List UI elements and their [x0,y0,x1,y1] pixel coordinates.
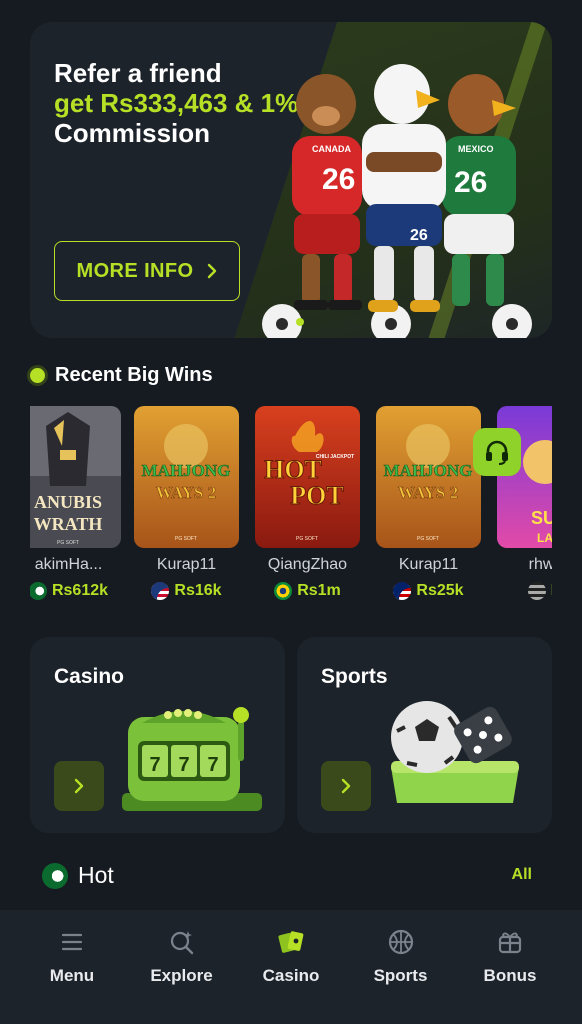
nav-label: Menu [49,966,95,985]
svg-text:26: 26 [322,163,355,196]
malaysia-flag-icon [393,582,412,600]
recent-wins-title: Recent Big Wins [55,364,213,386]
beaver-mascot: 26 CANADA [292,74,362,310]
eagle-mascot: 26 [362,64,446,312]
svg-text:MAHJONG: MAHJONG [142,461,231,480]
hawk-mascot: 26 MEXICO [442,74,516,306]
pakistan-flag-icon [30,582,47,600]
soccer-dice-icon [391,701,519,803]
svg-text:HOT: HOT [264,455,322,484]
win-amount: Rs1m [255,582,360,600]
recent-wins-header: Recent Big Wins [30,364,213,387]
svg-text:MEXICO: MEXICO [458,144,494,154]
winner-username: akimHa... [34,556,103,573]
carousel-indicator[interactable] [296,318,304,326]
win-card[interactable]: MAHJONG WAYS 2 PG SOFT Kurap11 Rs16k [134,406,239,600]
nav-item-casino[interactable]: Casino [241,928,341,1024]
nav-item-bonus[interactable]: Bonus [460,928,560,1024]
svg-text:CANADA: CANADA [312,144,351,154]
svg-text:POT: POT [290,481,343,510]
casino-card-title: Casino [54,665,125,688]
nav-label: Casino [262,966,320,985]
brazil-flag-icon [274,582,293,600]
game-thumbnail[interactable]: ANUBIS WRATH PG SOFT [30,406,121,548]
more-info-label: MORE INFO [76,259,194,282]
svg-text:LA: LA [537,531,552,545]
sports-card[interactable]: Sports [297,637,552,833]
slot-machine-icon: 7 7 7 [122,707,262,811]
bottom-navigation: Menu Explore Casino Sports Bonus [0,910,582,1024]
game-thumbnail[interactable]: MAHJONG WAYS 2 PG SOFT [376,406,481,548]
svg-text:7: 7 [178,754,189,776]
win-amount: Rs612k [30,582,121,600]
usa-flag-icon [151,582,170,600]
svg-text:MAHJONG: MAHJONG [384,461,473,480]
win-card[interactable]: HOT POT CHILI JACKPOT PG SOFT QiangZhao … [255,406,360,600]
hot-section-header: Hot [42,862,114,889]
win-amount-value: Rs [551,582,552,600]
svg-text:PG SOFT: PG SOFT [296,536,318,542]
hot-section-title: Hot [78,862,114,888]
live-indicator-icon [30,368,45,383]
mascots-illustration: 26 CANADA 26 MEXICO 26 [262,64,532,338]
pakistan-flag-icon [42,862,68,889]
sports-card-title: Sports [321,665,388,688]
promo-banner[interactable]: Refer a friend get Rs333,463 & 1% Commis… [30,22,552,338]
winner-username: Kurap11 [156,556,217,573]
win-card[interactable]: MAHJONG WAYS 2 PG SOFT Kurap11 Rs25k [376,406,481,600]
svg-text:ANUBIS: ANUBIS [34,492,102,512]
win-amount-value: Rs612k [51,582,109,599]
chevron-right-icon [208,263,217,279]
cards-icon [277,928,305,956]
soccer-ball-icon [492,304,532,338]
casino-go-button[interactable] [54,761,104,811]
svg-text:WAYS 2: WAYS 2 [156,483,216,502]
carousel-dot-active[interactable] [296,318,304,326]
menu-icon [58,928,86,956]
chevron-right-icon [74,778,84,794]
svg-text:7: 7 [207,754,218,776]
win-amount: Rs [497,582,552,600]
win-amount: Rs25k [376,582,481,600]
nav-label: Sports [373,966,428,985]
svg-text:26: 26 [410,227,428,244]
game-thumbnail[interactable]: MAHJONG WAYS 2 PG SOFT [134,406,239,548]
nav-item-menu[interactable]: Menu [22,928,122,1024]
svg-text:7: 7 [149,754,160,776]
explore-icon [168,928,196,956]
win-card[interactable]: ANUBIS WRATH PG SOFT akimHa... Rs612k [30,406,121,600]
svg-text:WAYS 2: WAYS 2 [398,483,458,502]
game-thumbnail[interactable]: HOT POT CHILI JACKPOT PG SOFT [255,406,360,548]
svg-text:26: 26 [454,166,487,199]
generic-flag-icon [527,582,546,600]
svg-text:CHILI JACKPOT: CHILI JACKPOT [316,454,354,460]
win-amount-value: Rs1m [297,582,341,599]
winner-username: Kurap11 [398,556,459,573]
nav-item-sports[interactable]: Sports [351,928,451,1024]
nav-label: Explore [150,966,213,985]
headset-icon [486,440,508,465]
svg-text:PG SOFT: PG SOFT [417,536,439,542]
view-all-link[interactable]: All [512,866,532,884]
winner-username: QiangZhao [267,556,348,573]
live-support-button[interactable] [473,428,521,476]
win-amount-value: Rs16k [174,582,222,599]
win-amount-value: Rs25k [416,582,464,599]
svg-text:PG SOFT: PG SOFT [57,540,79,546]
nav-item-explore[interactable]: Explore [132,928,232,1024]
gift-icon [496,928,524,956]
win-amount: Rs16k [134,582,239,600]
casino-card[interactable]: Casino 7 7 7 [30,637,285,833]
winner-username: rhwxv [528,556,552,573]
more-info-button[interactable]: MORE INFO [54,241,240,301]
svg-text:SUG: SUG [531,508,552,528]
chevron-right-icon [341,778,351,794]
nav-label: Bonus [483,966,537,985]
basketball-icon [387,928,415,956]
svg-text:WRATH: WRATH [34,514,103,534]
svg-text:PG SOFT: PG SOFT [175,536,197,542]
sports-go-button[interactable] [321,761,371,811]
